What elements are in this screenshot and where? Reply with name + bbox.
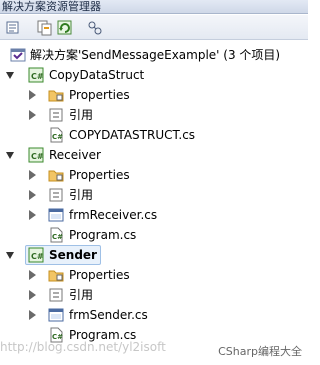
- svg-text:C#: C#: [52, 233, 63, 241]
- tree-row-properties[interactable]: Properties: [29, 85, 300, 105]
- chevron-right-icon[interactable]: [29, 190, 36, 200]
- brand-logo: CSharp编程大全: [218, 345, 302, 358]
- properties-folder-icon: [48, 167, 64, 183]
- chevron-right-icon[interactable]: [29, 170, 36, 180]
- chevron-down-icon[interactable]: [6, 72, 14, 79]
- properties-icon[interactable]: [4, 19, 22, 36]
- tree-row-project-copydatastruct[interactable]: C# CopyDataStruct: [6, 65, 306, 85]
- project-label: Receiver: [49, 148, 101, 162]
- tree-row-project-sender[interactable]: C# Sender: [6, 245, 306, 265]
- item-label: frmReceiver.cs: [69, 208, 158, 222]
- svg-text:C#: C#: [52, 133, 63, 141]
- tree-row-properties[interactable]: Properties: [29, 265, 300, 285]
- svg-text:C#: C#: [31, 72, 44, 81]
- references-icon: [48, 107, 64, 123]
- tree-row-file[interactable]: C# COPYDATASTRUCT.cs: [30, 125, 300, 145]
- solution-icon: [10, 47, 26, 63]
- properties-folder-icon: [48, 267, 64, 283]
- refresh-icon[interactable]: [56, 19, 74, 36]
- item-label: Properties: [69, 268, 130, 282]
- csharp-project-icon: C#: [28, 147, 44, 163]
- item-label: 引用: [69, 188, 94, 202]
- project-label: Sender: [49, 248, 97, 262]
- chevron-right-icon[interactable]: [29, 90, 36, 100]
- item-label: 引用: [69, 108, 94, 122]
- form-file-icon: [48, 307, 64, 323]
- references-icon: [48, 187, 64, 203]
- tree-row-form[interactable]: frmReceiver.cs: [29, 205, 300, 225]
- chevron-right-icon[interactable]: [29, 310, 36, 320]
- tree-row-file[interactable]: C# Program.cs: [30, 225, 300, 245]
- chevron-down-icon[interactable]: [6, 152, 14, 159]
- references-icon: [48, 287, 64, 303]
- chevron-right-icon[interactable]: [29, 210, 36, 220]
- csharp-file-icon: C#: [48, 227, 64, 243]
- item-label: Program.cs: [69, 228, 137, 242]
- tree-row-properties[interactable]: Properties: [29, 165, 300, 185]
- svg-text:C#: C#: [31, 152, 44, 161]
- svg-text:C#: C#: [31, 252, 44, 261]
- chevron-right-icon[interactable]: [29, 270, 36, 280]
- tree-row-references[interactable]: 引用: [29, 105, 300, 125]
- tree-row-references[interactable]: 引用: [29, 285, 300, 305]
- chevron-right-icon[interactable]: [29, 290, 36, 300]
- csharp-file-icon: C#: [48, 127, 64, 143]
- csharp-project-icon: C#: [28, 67, 44, 83]
- tree-row-solution[interactable]: 解决方案'SendMessageExample' (3 个项目): [6, 45, 306, 65]
- project-label: CopyDataStruct: [49, 68, 145, 82]
- item-label: frmSender.cs: [69, 308, 148, 322]
- item-label: 引用: [69, 288, 94, 302]
- item-label: COPYDATASTRUCT.cs: [69, 128, 196, 142]
- properties-folder-icon: [48, 87, 64, 103]
- csharp-project-icon: C#: [28, 247, 44, 263]
- tree-row-form[interactable]: frmSender.cs: [29, 305, 300, 325]
- panel-title: 解决方案资源管理器: [0, 0, 308, 14]
- chevron-right-icon[interactable]: [29, 110, 36, 120]
- chevron-down-icon[interactable]: [6, 252, 14, 259]
- solution-label: 解决方案'SendMessageExample' (3 个项目): [30, 48, 281, 62]
- item-label: Properties: [69, 168, 130, 182]
- form-file-icon: [48, 207, 64, 223]
- toolbar: [0, 15, 308, 40]
- show-all-files-icon[interactable]: [36, 19, 54, 36]
- item-label: Properties: [69, 88, 130, 102]
- tree-row-project-receiver[interactable]: C# Receiver: [6, 145, 306, 165]
- tree-row-references[interactable]: 引用: [29, 185, 300, 205]
- view-class-diagram-icon[interactable]: [86, 19, 104, 36]
